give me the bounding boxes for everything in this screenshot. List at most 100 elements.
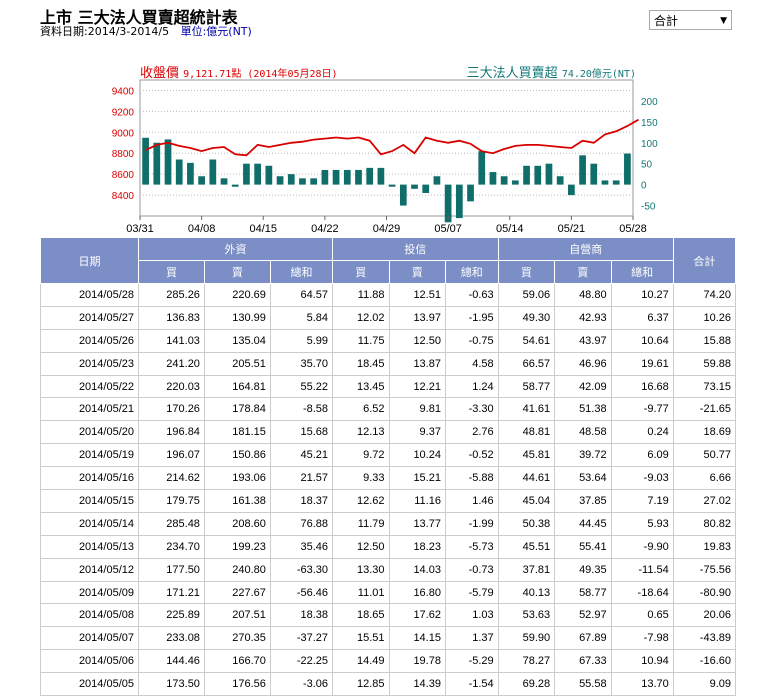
value-cell: 241.20: [138, 351, 205, 376]
value-cell: 20.06: [672, 603, 737, 628]
bar: [243, 163, 250, 185]
value-cell: 11.01: [332, 580, 390, 605]
bar: [276, 176, 284, 185]
value-cell: 46.96: [554, 351, 612, 376]
value-cell: 1.46: [444, 489, 499, 513]
header-dealer: 自營商: [497, 237, 674, 261]
bar: [511, 180, 519, 185]
x-tick-label: 04/29: [373, 223, 401, 235]
value-cell: 12.51: [388, 283, 446, 307]
table-row: 2014/05/08 225.89 207.51 18.38 18.65 17.62 1.0…: [40, 603, 737, 628]
bar: [332, 169, 340, 185]
date-cell: 2014/05/12: [40, 557, 139, 582]
value-cell: 17.62: [388, 603, 446, 628]
data-table: 日期 外資 投信 自營商 合計買賣總和買賣總和買賣總和 2014/05/28 285.26…: [40, 237, 737, 697]
value-cell: 141.03: [138, 328, 205, 353]
value-cell: 208.60: [203, 511, 271, 536]
value-cell: 234.70: [138, 534, 205, 559]
right-tick-label: 100: [641, 139, 658, 150]
x-tick-label: 05/07: [434, 223, 462, 235]
header-total: 合計: [672, 237, 737, 284]
bar: [164, 139, 172, 185]
value-cell: 15.51: [332, 626, 390, 651]
value-cell: 13.77: [388, 511, 446, 536]
bar: [265, 165, 273, 185]
x-tick-label: 05/14: [496, 223, 524, 235]
series-select-value: 合計: [654, 14, 679, 28]
value-cell: 178.84: [203, 397, 271, 422]
value-cell: 37.85: [554, 489, 612, 513]
value-cell: 49.35: [554, 557, 612, 582]
header-sub: 賣: [388, 260, 446, 284]
bar: [500, 176, 508, 185]
value-cell: 12.21: [388, 374, 446, 399]
value-cell: 6.52: [332, 397, 390, 422]
left-tick-label: 9000: [112, 128, 135, 139]
value-cell: 196.07: [138, 443, 205, 468]
value-cell: 0.65: [610, 603, 674, 628]
date-cell: 2014/05/16: [40, 466, 139, 491]
value-cell: 18.37: [269, 489, 334, 513]
value-cell: 59.90: [497, 626, 556, 651]
value-cell: 76.88: [269, 511, 334, 536]
table-row: 2014/05/14 285.48 208.60 76.88 11.79 13.77 -1.…: [40, 511, 737, 536]
table-row: 2014/05/27 136.83 130.99 5.84 12.02 13.97 -1.9…: [40, 305, 737, 330]
value-cell: 136.83: [138, 305, 205, 330]
left-tick-label: 8400: [112, 191, 135, 202]
value-cell: 1.24: [444, 374, 499, 399]
value-cell: 10.26: [672, 305, 737, 330]
value-cell: 144.46: [138, 649, 205, 674]
value-cell: 55.41: [554, 534, 612, 559]
value-cell: 41.61: [497, 397, 556, 422]
value-cell: 15.21: [388, 466, 446, 491]
header-foreign: 外資: [137, 237, 334, 261]
table-row: 2014/05/20 196.84 181.15 15.68 12.13 9.37 2.76…: [40, 420, 737, 445]
bar: [231, 184, 239, 187]
value-cell: 27.02: [672, 489, 737, 513]
date-cell: 2014/05/05: [40, 672, 139, 697]
header-sub: 買: [332, 260, 390, 284]
value-cell: 16.80: [388, 580, 446, 605]
value-cell: 37.81: [497, 557, 556, 582]
value-cell: 13.87: [388, 351, 446, 376]
bar: [377, 167, 385, 185]
value-cell: 12.85: [332, 672, 390, 697]
bar: [299, 178, 306, 185]
value-cell: 13.45: [332, 374, 390, 399]
bar: [254, 163, 262, 185]
value-cell: -0.52: [444, 443, 499, 468]
bar: [220, 178, 228, 185]
value-cell: -63.30: [269, 557, 334, 582]
value-cell: -18.64: [610, 580, 674, 605]
date-cell: 2014/05/26: [40, 328, 139, 353]
table-row: 2014/05/22 220.03 164.81 55.22 13.45 12.21 1.2…: [40, 374, 737, 399]
value-cell: 53.64: [554, 466, 612, 491]
value-cell: 45.81: [497, 443, 556, 468]
value-cell: -11.54: [610, 557, 674, 582]
value-cell: 13.30: [332, 557, 390, 582]
value-cell: -37.27: [269, 626, 334, 651]
bar: [455, 184, 463, 219]
date-cell: 2014/05/21: [40, 397, 139, 422]
header-sub: 賣: [203, 260, 271, 284]
value-cell: 4.58: [444, 351, 499, 376]
value-cell: 45.21: [269, 443, 334, 468]
value-cell: 7.19: [610, 489, 674, 513]
table-row: 2014/05/06 144.46 166.70 -22.25 14.49 19.78 -5…: [40, 649, 737, 674]
date-cell: 2014/05/19: [40, 443, 139, 468]
value-cell: 51.38: [554, 397, 612, 422]
date-cell: 2014/05/08: [40, 603, 139, 628]
value-cell: 42.09: [554, 374, 612, 399]
value-cell: 19.83: [672, 534, 737, 559]
series-select[interactable]: 合計 ▼: [649, 10, 732, 30]
value-cell: -1.95: [444, 305, 499, 330]
value-cell: 43.97: [554, 328, 612, 353]
x-tick-label: 04/08: [188, 223, 216, 235]
table-row: 2014/05/12 177.50 240.80 -63.30 13.30 14.03 -0…: [40, 557, 737, 582]
value-cell: 161.38: [203, 489, 271, 513]
value-cell: 10.24: [388, 443, 446, 468]
value-cell: 285.48: [138, 511, 205, 536]
value-cell: 220.69: [203, 283, 271, 307]
value-cell: 48.81: [497, 420, 556, 445]
value-cell: 170.26: [138, 397, 205, 422]
